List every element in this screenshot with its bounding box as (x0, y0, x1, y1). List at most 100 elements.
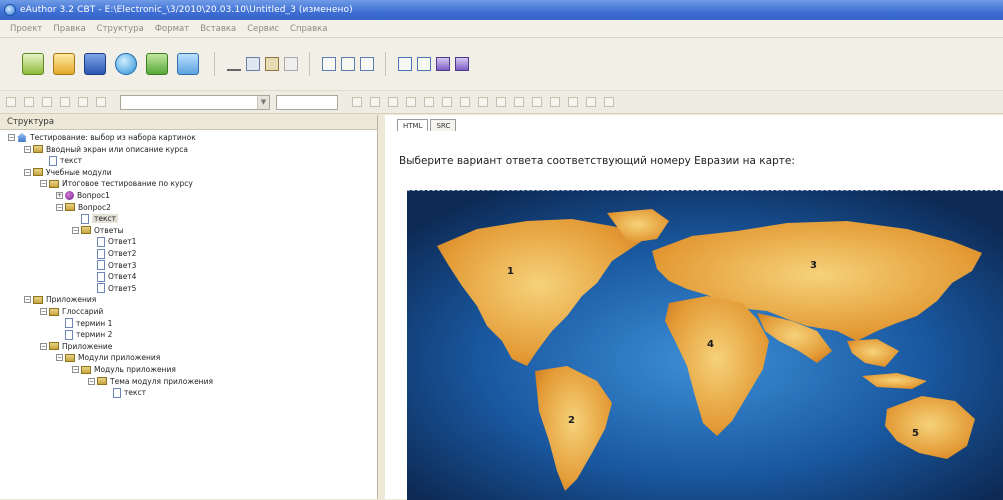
menu-project[interactable]: Проект (10, 24, 42, 34)
move-up-icon[interactable] (322, 57, 336, 71)
map-label-3[interactable]: 3 (810, 260, 817, 271)
tree-node[interactable]: − Модуль приложения (72, 364, 176, 375)
insert-link-icon[interactable] (586, 97, 596, 107)
numbered-list-icon[interactable] (496, 97, 506, 107)
tree-node[interactable]: − Приложения (24, 294, 96, 305)
tree-node[interactable]: + Вопрос1 (56, 190, 110, 201)
world-map-image[interactable]: 1 2 3 4 5 (407, 190, 1003, 500)
menu-insert[interactable]: Вставка (200, 24, 236, 34)
tree-node[interactable]: − Глоссарий (40, 306, 103, 317)
collapse-icon[interactable]: − (72, 366, 79, 373)
tree-node[interactable]: − Вводный экран или описание курса (24, 144, 188, 155)
collapse-icon[interactable]: − (24, 296, 31, 304)
menu-bar: Проект Правка Структура Формат Вставка С… (0, 20, 1003, 38)
cut-icon[interactable] (227, 57, 241, 71)
align-left-icon[interactable] (424, 97, 434, 107)
insert-test-icon[interactable] (417, 57, 431, 71)
tree-node[interactable]: − Тестирование: выбор из набора картинок (8, 132, 196, 143)
open-folder-icon[interactable] (53, 53, 75, 75)
tree-node-label: текст (60, 156, 83, 166)
tree-node[interactable]: − Тема модуля приложения (88, 376, 213, 387)
insert-answer-icon[interactable] (455, 57, 469, 71)
underline-icon[interactable] (388, 97, 398, 107)
document-icon (65, 318, 73, 329)
structure-panel: Структура − Тестирование: выбор из набора… (0, 115, 378, 499)
table-icon[interactable] (60, 97, 70, 107)
map-label-5[interactable]: 5 (912, 428, 919, 439)
tree-node[interactable]: − Учебные модули (24, 167, 112, 178)
tree-node-label: Ответы (94, 225, 124, 235)
tree-node[interactable]: − Вопрос2 (56, 202, 111, 213)
font-size-input[interactable] (276, 94, 338, 110)
highlight-icon[interactable] (406, 97, 416, 107)
collapse-icon[interactable]: − (56, 203, 63, 211)
map-label-1[interactable]: 1 (507, 266, 514, 277)
export-icon[interactable] (177, 53, 199, 75)
tree-node[interactable]: текст (72, 213, 119, 224)
insert-page-icon[interactable] (398, 57, 412, 71)
package-icon[interactable] (146, 53, 168, 75)
tree-node[interactable]: термин 2 (56, 329, 112, 340)
collapse-icon[interactable]: − (88, 377, 95, 385)
menu-help[interactable]: Справка (290, 24, 327, 34)
copy-icon[interactable] (246, 57, 260, 71)
tree-node[interactable]: − Приложение (40, 341, 112, 352)
link-icon[interactable] (78, 97, 88, 107)
align-right-icon[interactable] (460, 97, 470, 107)
menu-edit[interactable]: Правка (53, 24, 85, 34)
map-label-4[interactable]: 4 (707, 339, 714, 350)
outdent-icon[interactable] (532, 97, 542, 107)
menu-service[interactable]: Сервис (247, 24, 279, 34)
tree-node[interactable]: − Модули приложения (56, 352, 160, 363)
collapse-icon[interactable]: − (8, 134, 15, 141)
tree-node[interactable]: − Итоговое тестирование по курсу (40, 178, 193, 189)
chevron-down-icon[interactable]: ▼ (257, 95, 269, 109)
save-icon[interactable] (84, 53, 106, 75)
tree-node[interactable]: Ответ2 (88, 248, 136, 259)
bold-icon[interactable] (352, 97, 362, 107)
italic-icon[interactable] (370, 97, 380, 107)
collapse-icon[interactable]: − (40, 180, 47, 188)
indent-text-icon[interactable] (550, 97, 560, 107)
title-bar: eAuthor 3.2 CBT - E:\Electronic_\3/2010\… (0, 0, 1003, 20)
collapse-icon[interactable]: − (56, 354, 63, 362)
align-center-icon[interactable] (442, 97, 452, 107)
indent-icon[interactable] (360, 57, 374, 71)
globe-icon[interactable] (115, 53, 137, 75)
tab-src[interactable]: SRC (430, 119, 457, 131)
tree-node[interactable]: Ответ4 (88, 271, 136, 282)
font-select[interactable]: ▼ (120, 94, 270, 110)
toolbar-separator (309, 52, 310, 76)
tree-node[interactable]: текст (40, 155, 82, 166)
justify-icon[interactable] (478, 97, 488, 107)
insert-question-icon[interactable] (436, 57, 450, 71)
properties-icon[interactable] (604, 97, 614, 107)
tree-node[interactable]: Ответ1 (88, 236, 136, 247)
expand-icon[interactable]: + (56, 192, 63, 199)
forward-icon[interactable] (24, 97, 34, 107)
tree-node[interactable]: Ответ3 (88, 260, 136, 271)
app-icon (4, 4, 16, 16)
map-label-2[interactable]: 2 (568, 415, 575, 426)
color-icon[interactable] (96, 97, 106, 107)
tree-node[interactable]: − Ответы (72, 225, 124, 236)
move-down-icon[interactable] (341, 57, 355, 71)
tree-node[interactable]: Ответ5 (88, 283, 136, 294)
tree-node[interactable]: текст (104, 387, 146, 398)
tab-html[interactable]: HTML (397, 119, 429, 131)
insert-image-icon[interactable] (568, 97, 578, 107)
collapse-icon[interactable]: − (24, 145, 31, 153)
tree-node[interactable]: термин 1 (56, 318, 112, 329)
paste-icon[interactable] (265, 57, 279, 71)
menu-structure[interactable]: Структура (97, 24, 144, 34)
collapse-icon[interactable]: − (24, 168, 31, 176)
back-icon[interactable] (6, 97, 16, 107)
collapse-icon[interactable]: − (72, 226, 79, 234)
menu-format[interactable]: Формат (155, 24, 190, 34)
clear-icon[interactable] (284, 57, 298, 71)
new-document-icon[interactable] (22, 53, 44, 75)
image-icon[interactable] (42, 97, 52, 107)
collapse-icon[interactable]: − (40, 342, 47, 350)
collapse-icon[interactable]: − (40, 308, 47, 315)
bulleted-list-icon[interactable] (514, 97, 524, 107)
